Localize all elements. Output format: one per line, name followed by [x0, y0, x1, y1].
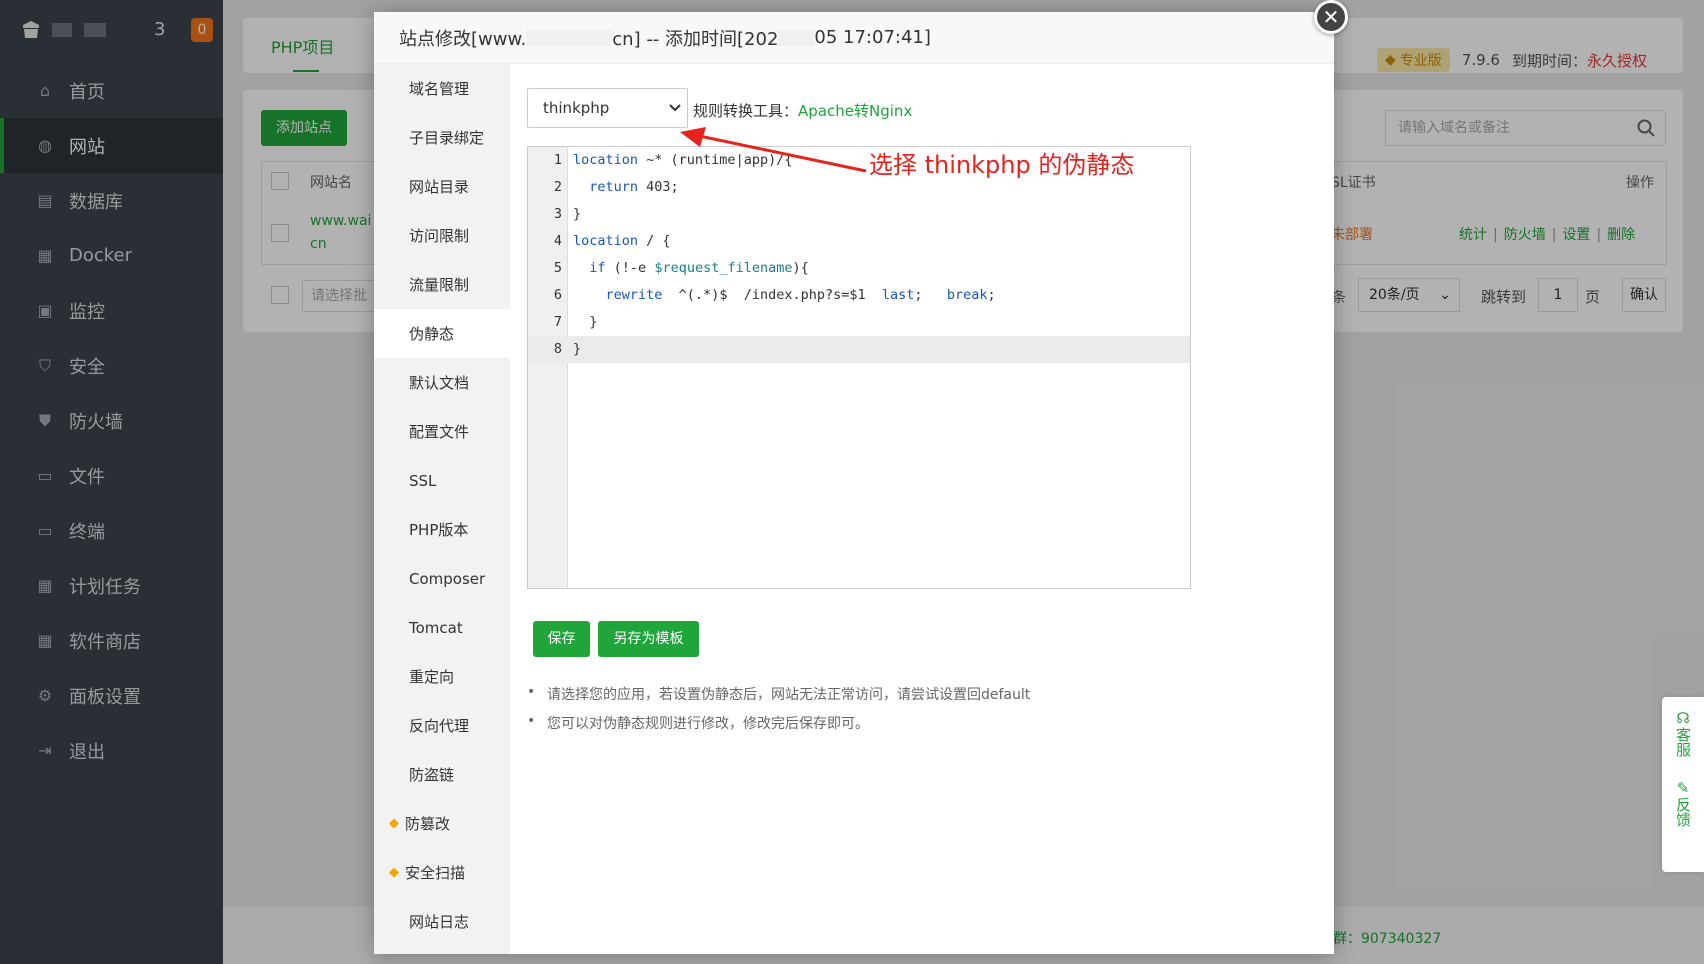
line-number: 3 — [553, 206, 562, 222]
rewrite-template-value: thinkphp — [543, 99, 610, 117]
code-text: rewrite ^(.*)$ /index.php?s=$1 last; bre… — [605, 287, 996, 303]
code-text: } — [573, 314, 598, 330]
tab-2[interactable]: 网站目录 — [374, 162, 510, 211]
line-number: 4 — [553, 233, 562, 249]
tab-label: SSL — [409, 471, 437, 490]
code-text: location / { — [573, 233, 671, 249]
code-line: 8} — [528, 336, 1190, 363]
tab-label: 反向代理 — [409, 717, 470, 735]
masked-domain — [526, 29, 613, 46]
feedback-label: 反馈 — [1674, 797, 1692, 827]
tab-label: 网站目录 — [409, 178, 470, 196]
tab-11[interactable]: Tomcat — [374, 603, 510, 652]
code-text: if (!-e $request_filename){ — [589, 260, 809, 276]
tab-15[interactable]: ◆ 防篡改 — [374, 799, 510, 848]
rewrite-template-select[interactable]: thinkphp — [527, 88, 688, 128]
close-icon: ✕ — [1322, 5, 1340, 29]
tab-label: Tomcat — [409, 618, 463, 637]
tab-label: 访问限制 — [409, 227, 470, 245]
tip-item: 您可以对伪静态规则进行修改，修改完后保存即可。 — [527, 713, 1030, 733]
line-number: 1 — [553, 152, 562, 168]
code-line: 3} — [528, 201, 1190, 228]
rewrite-panel: thinkphp 规则转换工具：Apache转Nginx 1 location ~… — [510, 64, 1334, 954]
tab-13[interactable]: 反向代理 — [374, 701, 510, 750]
tab-label: 伪静态 — [409, 325, 455, 343]
code-text: } — [573, 341, 582, 357]
line-number: 8 — [553, 341, 562, 357]
tab-label: Composer — [409, 569, 486, 588]
tab-label: 流量限制 — [409, 276, 470, 294]
tab-0[interactable]: 域名管理 — [374, 64, 510, 113]
code-text: location ~* (runtime|app)/{ — [573, 152, 793, 168]
tab-4[interactable]: 流量限制 — [374, 260, 510, 309]
headset-icon: ☊ — [1676, 709, 1690, 727]
tab-label: 网站日志 — [409, 913, 470, 931]
rewrite-code-editor[interactable]: 1 location ~* (runtime|app)/{ 2 return 403… — [527, 146, 1191, 589]
tab-6[interactable]: 默认文档 — [374, 358, 510, 407]
float-tools: ☊ 客服 ✎ 反馈 — [1662, 697, 1704, 872]
tab-14[interactable]: 防盗链 — [374, 750, 510, 799]
annotation-text: 选择 thinkphp 的伪静态 — [869, 151, 1135, 179]
modal-tab-list: 域名管理子目录绑定网站目录访问限制流量限制伪静态默认文档配置文件 SSL PHP版本… — [374, 64, 510, 954]
code-line: 4 location / { — [528, 228, 1190, 255]
tab-label: 域名管理 — [409, 80, 470, 98]
masked-date — [778, 29, 815, 46]
tab-1[interactable]: 子目录绑定 — [374, 113, 510, 162]
tab-17[interactable]: 网站日志 — [374, 897, 510, 946]
tab-label: 防篡改 — [405, 815, 451, 833]
tool-label: 规则转换工具： — [693, 102, 799, 120]
save-as-template-button[interactable]: 另存为模板 — [598, 621, 699, 657]
line-number: 2 — [553, 179, 562, 195]
line-number: 5 — [553, 260, 562, 276]
code-text: } — [573, 206, 582, 222]
tab-label: 安全扫描 — [405, 864, 466, 882]
code-line: 6 rewrite ^(.*)$ /index.php?s=$1 last; b… — [528, 282, 1190, 309]
tab-label: PHP版本 — [409, 521, 469, 539]
feedback-button[interactable]: ✎ 反馈 — [1662, 757, 1704, 827]
code-text: return 403; — [589, 179, 679, 195]
title-suffix: 05 17:07:41] — [814, 27, 931, 48]
modal-title: 站点修改[www. cn] -- 添加时间[202 05 17:07:41] — [374, 12, 1334, 64]
tab-3[interactable]: 访问限制 — [374, 211, 510, 260]
help-tips: 请选择您的应用，若设置伪静态后，网站无法正常访问，请尝试设置回default 您… — [527, 684, 1030, 742]
close-modal-button[interactable]: ✕ — [1314, 0, 1348, 34]
tab-10[interactable]: Composer — [374, 554, 510, 603]
tab-label: 配置文件 — [409, 423, 470, 441]
title-prefix: 站点修改[www. — [399, 28, 527, 50]
title-mid: cn] -- 添加时间[202 — [612, 28, 779, 50]
apache-to-nginx-link[interactable]: Apache转Nginx — [798, 102, 912, 120]
tab-12[interactable]: 重定向 — [374, 652, 510, 701]
customer-service-label: 客服 — [1674, 727, 1692, 757]
tab-label: 默认文档 — [409, 374, 470, 392]
customer-service-button[interactable]: ☊ 客服 — [1662, 697, 1704, 757]
line-number: 6 — [553, 287, 562, 303]
code-line: 7 } — [528, 309, 1190, 336]
tab-label: 重定向 — [409, 668, 455, 686]
line-number: 7 — [553, 314, 562, 330]
edit-icon: ✎ — [1676, 779, 1690, 797]
tip-item: 请选择您的应用，若设置伪静态后，网站无法正常访问，请尝试设置回default — [527, 684, 1030, 704]
diamond-icon: ◆ — [389, 865, 399, 880]
tab-5[interactable]: 伪静态 — [374, 309, 510, 358]
tab-label: 防盗链 — [409, 766, 455, 784]
chevron-down-icon — [669, 104, 681, 112]
rule-convert-tool: 规则转换工具：Apache转Nginx — [693, 100, 912, 121]
tab-9[interactable]: PHP版本 — [374, 505, 510, 554]
save-button[interactable]: 保存 — [533, 621, 590, 657]
tab-16[interactable]: ◆ 安全扫描 — [374, 848, 510, 897]
tab-7[interactable]: 配置文件 — [374, 407, 510, 456]
code-line: 5 if (!-e $request_filename){ — [528, 255, 1190, 282]
tab-8[interactable]: SSL — [374, 456, 510, 505]
diamond-icon: ◆ — [389, 816, 399, 831]
site-edit-modal: 站点修改[www. cn] -- 添加时间[202 05 17:07:41] 域… — [374, 12, 1334, 954]
tab-label: 子目录绑定 — [409, 129, 485, 147]
